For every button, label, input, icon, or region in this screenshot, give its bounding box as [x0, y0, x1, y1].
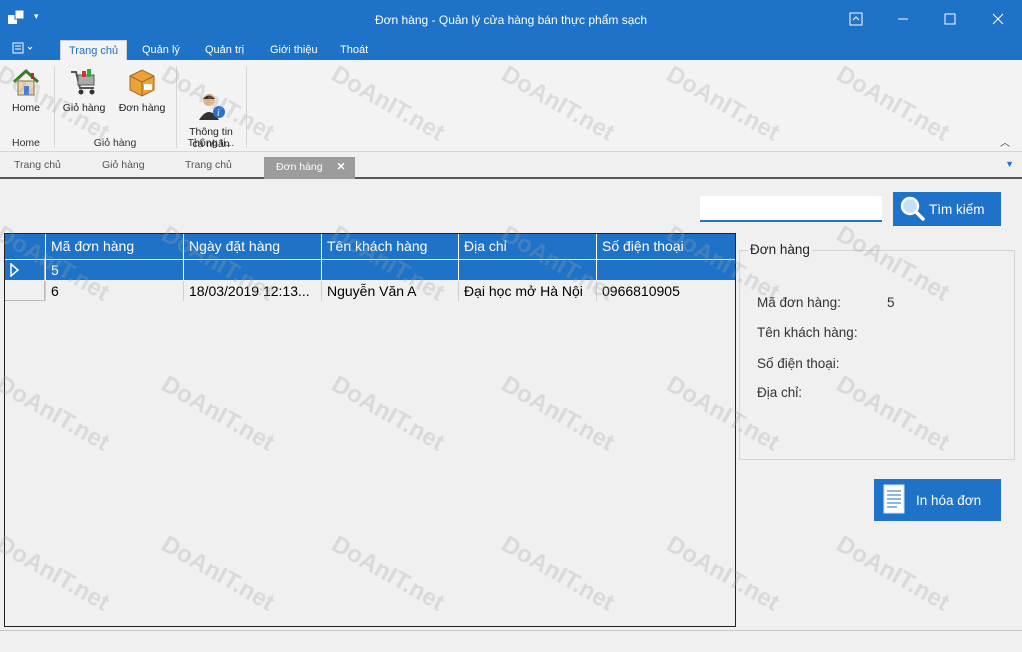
orders-button[interactable]: Đơn hàng: [116, 66, 168, 114]
doc-tab-home[interactable]: Trang chủ: [14, 159, 61, 171]
status-bar: [0, 630, 1022, 652]
cell-order-date[interactable]: 18/03/2019 12:13...: [183, 281, 321, 301]
ribbon-group-home: Home: [11, 137, 40, 149]
cell-order-date[interactable]: [183, 260, 321, 280]
table-row[interactable]: 6 18/03/2019 12:13... Nguyễn Văn A Đại h…: [5, 281, 735, 301]
cart-button-label: Giỏ hàng: [62, 102, 106, 114]
orders-grid[interactable]: Mã đơn hàng Ngày đặt hàng Tên khách hàng…: [4, 233, 736, 627]
address-label: Địa chỉ:: [757, 385, 803, 400]
grid-corner: [5, 234, 45, 259]
cell-customer-name[interactable]: Nguyễn Văn A: [321, 281, 458, 301]
table-row[interactable]: 5: [5, 260, 735, 280]
home-button-label: Home: [11, 102, 40, 114]
column-header-phone[interactable]: Số điện thoại: [596, 234, 735, 259]
row-indicator[interactable]: [5, 281, 45, 301]
cell-customer-name[interactable]: [321, 260, 458, 280]
cell-phone[interactable]: [596, 260, 735, 280]
ribbon-tab-bar: Trang chủ Quản lý Quản trị Giới thiệu Th…: [0, 38, 1022, 60]
column-header-address[interactable]: Địa chỉ: [458, 234, 596, 259]
ribbon-separator: [246, 66, 247, 148]
ribbon-group-info: Thông ti...: [187, 137, 235, 149]
ribbon-group-cart: Giỏ hàng: [93, 137, 137, 149]
ribbon-tab-home[interactable]: Trang chủ: [60, 40, 128, 60]
maximize-button[interactable]: [940, 9, 960, 29]
user-info-icon: i: [195, 78, 227, 120]
doc-tab-orders-label: Đơn hàng: [276, 161, 323, 173]
minimize-button[interactable]: [893, 9, 913, 29]
row-indicator[interactable]: [5, 260, 45, 280]
ribbon-separator: [54, 66, 55, 148]
cart-button[interactable]: Giỏ hàng: [60, 66, 108, 114]
current-row-icon: [10, 262, 20, 278]
watermark-text: DoAnIT.net: [831, 530, 954, 617]
house-icon: [10, 66, 42, 98]
document-icon: [882, 484, 906, 517]
column-header-order-id[interactable]: Mã đơn hàng: [45, 234, 183, 259]
svg-text:i: i: [217, 109, 220, 119]
doc-tab-cart[interactable]: Giỏ hàng: [102, 159, 145, 171]
grid-header: Mã đơn hàng Ngày đặt hàng Tên khách hàng…: [5, 234, 735, 259]
order-id-label: Mã đơn hàng:: [757, 295, 841, 310]
ribbon-tab-exit[interactable]: Thoát: [332, 42, 376, 60]
ribbon-tab-admin[interactable]: Quản trị: [197, 42, 252, 60]
doc-tab-orders[interactable]: Đơn hàng ✕: [264, 157, 356, 179]
close-button[interactable]: [988, 9, 1008, 29]
magnifier-icon: [899, 195, 925, 224]
shopping-cart-icon: [68, 66, 100, 98]
window-title: Đơn hàng - Quản lý cửa hàng bán thực phẩ…: [374, 13, 648, 27]
cell-address[interactable]: Đại học mở Hà Nội: [458, 281, 596, 301]
home-button[interactable]: Home: [6, 66, 46, 114]
order-details-title: Đơn hàng: [748, 242, 812, 257]
search-button-label: Tìm kiếm: [929, 201, 985, 217]
print-invoice-button-label: In hóa đơn: [916, 492, 982, 508]
ribbon-tab-about[interactable]: Giới thiệu: [262, 42, 326, 60]
order-id-value: 5: [887, 295, 895, 310]
order-details-group: [739, 250, 1015, 460]
search-button[interactable]: Tìm kiếm: [893, 192, 1001, 226]
search-input[interactable]: [700, 196, 882, 222]
phone-label: Số điện thoại:: [757, 356, 840, 371]
column-header-customer-name[interactable]: Tên khách hàng: [321, 234, 458, 259]
ribbon-separator: [176, 66, 177, 148]
package-icon: [126, 66, 158, 98]
cell-address[interactable]: [458, 260, 596, 280]
cell-phone[interactable]: 0966810905: [596, 281, 735, 301]
ribbon-panel: Home Giỏ hàng Đơn hàng i Thông tin cá nh…: [0, 60, 1022, 152]
customer-name-label: Tên khách hàng:: [757, 325, 858, 340]
print-invoice-button[interactable]: In hóa đơn: [874, 479, 1001, 521]
column-header-order-date[interactable]: Ngày đặt hàng: [183, 234, 321, 259]
close-tab-icon[interactable]: ✕: [337, 161, 346, 173]
document-tab-bar: Trang chủ Giỏ hàng Trang chủ Đơn hàng ✕ ▼: [0, 153, 1022, 179]
cell-order-id[interactable]: 6: [45, 281, 183, 301]
title-bar: ▾ Đơn hàng - Quản lý cửa hàng bán thực p…: [0, 0, 1022, 38]
collapse-ribbon-icon[interactable]: ︿: [1000, 134, 1010, 149]
restore-ribbon-icon[interactable]: [846, 9, 866, 29]
cell-order-id[interactable]: 5: [45, 260, 183, 280]
ribbon-tab-manage[interactable]: Quản lý: [134, 42, 188, 60]
file-menu-icon[interactable]: [10, 41, 38, 57]
orders-button-label: Đơn hàng: [118, 102, 166, 114]
tabs-dropdown-icon[interactable]: ▼: [1005, 159, 1014, 169]
doc-tab-home-2[interactable]: Trang chủ: [185, 159, 232, 171]
